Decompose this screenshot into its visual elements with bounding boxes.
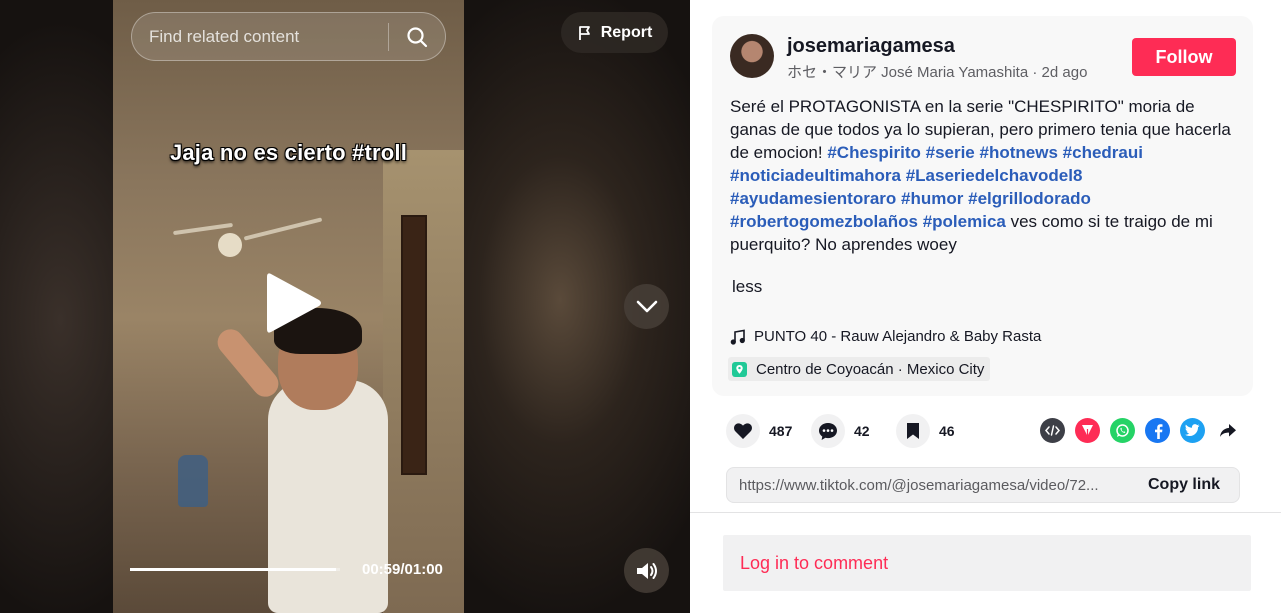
hashtag-link[interactable]: #humor [901, 189, 963, 208]
report-label: Report [600, 23, 653, 41]
login-to-comment-label: Log in to comment [740, 552, 889, 573]
volume-icon [636, 562, 657, 579]
video-door [401, 215, 427, 475]
video-link-url[interactable]: https://www.tiktok.com/@josemariagamesa/… [727, 477, 1129, 494]
post-description: Seré el PROTAGONISTA en la serie "CHESPI… [730, 95, 1240, 256]
less-link[interactable]: less [732, 277, 762, 297]
flag-icon [578, 25, 590, 40]
save-button[interactable]: 46 [896, 414, 965, 448]
music-link[interactable]: PUNTO 40 - Rauw Alejandro & Baby Rasta [730, 328, 1041, 345]
volume-button[interactable] [624, 548, 669, 593]
twitter-icon[interactable] [1180, 418, 1205, 443]
facebook-icon[interactable] [1145, 418, 1170, 443]
music-note-icon [730, 329, 745, 345]
section-divider [690, 512, 1281, 513]
comment-count: 42 [854, 423, 870, 439]
play-icon [267, 273, 321, 333]
like-count: 487 [769, 423, 793, 439]
subline-separator: · [1028, 64, 1042, 81]
embed-icon[interactable] [1040, 418, 1065, 443]
hashtag-link[interactable]: #serie [926, 143, 975, 162]
bookmark-icon [896, 414, 930, 448]
send-icon[interactable] [1075, 418, 1100, 443]
share-icons [1040, 418, 1240, 443]
comment-icon [811, 414, 845, 448]
search-button[interactable] [389, 13, 445, 60]
follow-button[interactable]: Follow [1132, 38, 1236, 76]
comment-button[interactable]: 42 [811, 414, 880, 448]
music-title: PUNTO 40 - Rauw Alejandro & Baby Rasta [754, 328, 1042, 345]
video-progress-bar[interactable] [130, 568, 340, 571]
whatsapp-icon[interactable] [1110, 418, 1135, 443]
author-username[interactable]: josemariagamesa [787, 35, 955, 58]
hashtag-link[interactable]: #polemica [923, 212, 1006, 231]
post-info-card: josemariagamesa ホセ・マリア José Maria Yamash… [712, 16, 1253, 396]
related-search-box[interactable] [131, 12, 446, 61]
search-icon [407, 26, 428, 47]
post-info-panel: josemariagamesa ホセ・マリア José Maria Yamash… [690, 0, 1281, 613]
play-button[interactable] [263, 268, 327, 338]
video-progress-fill [130, 568, 336, 571]
hashtag-link[interactable]: #Laseriedelchavodel8 [906, 166, 1083, 185]
location-tag[interactable]: Centro de Coyoacán · Mexico City [728, 357, 991, 381]
next-video-button[interactable] [624, 284, 669, 329]
related-search-input[interactable] [132, 13, 388, 60]
video-caption-overlay: Jaja no es cierto #troll [169, 140, 408, 165]
hashtag-link[interactable]: #elgrillodorado [968, 189, 1091, 208]
copy-link-button[interactable]: Copy link [1129, 476, 1239, 494]
location-label: Centro de Coyoacán · Mexico City [756, 360, 985, 378]
video-water-bottle [178, 455, 208, 507]
hashtag-link[interactable]: #hotnews [980, 143, 1058, 162]
hashtag-link[interactable]: #Chespirito [827, 143, 921, 162]
share-arrow-icon[interactable] [1215, 418, 1240, 443]
copy-link-box: https://www.tiktok.com/@josemariagamesa/… [726, 467, 1240, 503]
video-time: 00:59/01:00 [362, 561, 443, 578]
video-player-area: Report Jaja no es cierto #troll 00:59/01… [0, 0, 690, 613]
hashtag-link[interactable]: #ayudamesientoraro [730, 189, 896, 208]
author-display-name: ホセ・マリア José Maria Yamashita [787, 64, 1029, 81]
location-pin-icon [732, 361, 747, 377]
chevron-down-icon [636, 300, 657, 312]
like-button[interactable]: 487 [726, 414, 795, 448]
video-ceiling-fan [173, 215, 323, 257]
avatar[interactable] [730, 34, 774, 78]
heart-icon [726, 414, 760, 448]
hashtag-link[interactable]: #noticiadeultimahora [730, 166, 901, 185]
save-count: 46 [939, 423, 955, 439]
engagement-actions: 487 42 46 [726, 414, 981, 448]
login-to-comment-button[interactable]: Log in to comment [723, 535, 1251, 591]
author-subline: ホセ・マリア José Maria Yamashita · 2d ago [787, 61, 1087, 82]
hashtag-link[interactable]: #chedraui [1063, 143, 1143, 162]
post-date: 2d ago [1041, 64, 1088, 81]
report-button[interactable]: Report [561, 12, 668, 53]
hashtag-link[interactable]: #robertogomezbolaños [730, 212, 918, 231]
